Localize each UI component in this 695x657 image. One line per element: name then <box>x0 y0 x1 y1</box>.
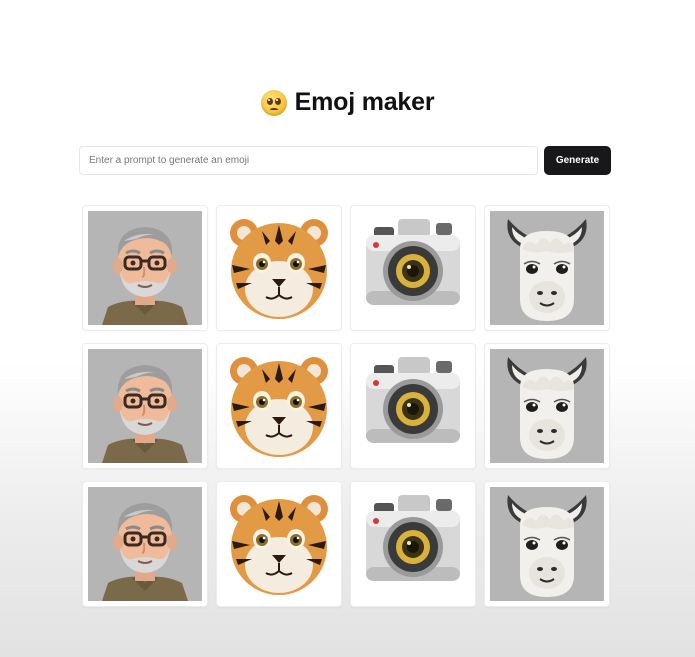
man-with-glasses-icon <box>88 349 202 463</box>
emoji-card-llama-face[interactable] <box>484 481 610 607</box>
camera-icon <box>356 349 470 463</box>
prompt-form: Generate <box>79 146 611 175</box>
camera-icon <box>356 487 470 601</box>
emoji-card-llama-face[interactable] <box>484 205 610 331</box>
emoji-card-man-with-glasses[interactable] <box>82 481 208 607</box>
man-with-glasses-icon <box>88 211 202 325</box>
emoji-card-tiger-face[interactable] <box>216 481 342 607</box>
emoji-card-man-with-glasses[interactable] <box>82 205 208 331</box>
llama-face-icon <box>490 211 604 325</box>
pleading-face-icon <box>260 89 287 116</box>
camera-icon <box>356 211 470 325</box>
generate-button[interactable]: Generate <box>544 146 611 175</box>
page-header: Emoj maker <box>0 88 695 117</box>
emoji-grid <box>82 205 610 607</box>
llama-face-icon <box>490 487 604 601</box>
emoji-card-llama-face[interactable] <box>484 343 610 469</box>
emoji-card-tiger-face[interactable] <box>216 343 342 469</box>
tiger-face-icon <box>222 211 336 325</box>
tiger-face-icon <box>222 349 336 463</box>
prompt-input[interactable] <box>79 146 538 175</box>
tiger-face-icon <box>222 487 336 601</box>
emoji-card-man-with-glasses[interactable] <box>82 343 208 469</box>
llama-face-icon <box>490 349 604 463</box>
emoji-card-camera[interactable] <box>350 205 476 331</box>
man-with-glasses-icon <box>88 487 202 601</box>
page-title: Emoj maker <box>294 88 435 116</box>
emoji-card-tiger-face[interactable] <box>216 205 342 331</box>
emoji-card-camera[interactable] <box>350 481 476 607</box>
emoji-card-camera[interactable] <box>350 343 476 469</box>
